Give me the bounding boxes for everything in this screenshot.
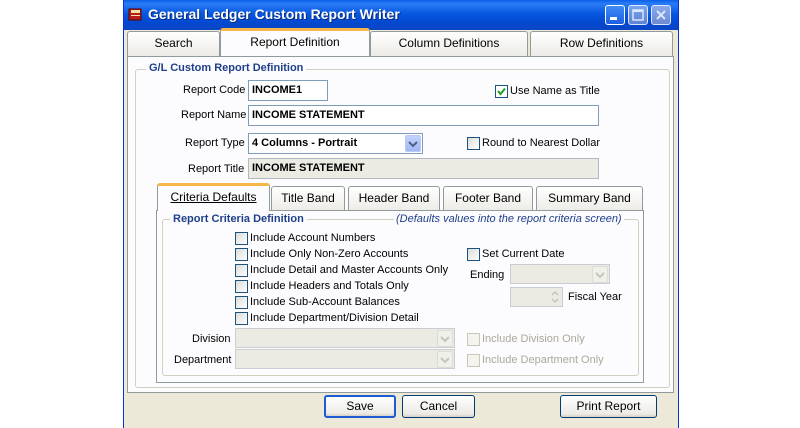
- tab-report-definition[interactable]: Report Definition: [220, 28, 370, 56]
- close-button[interactable]: [651, 5, 671, 25]
- subtab-criteria-defaults-label: Criteria Defaults: [170, 190, 257, 204]
- division-select: [235, 328, 455, 348]
- report-name-field[interactable]: INCOME STATEMENT: [248, 105, 599, 126]
- ending-select: [510, 264, 610, 284]
- subtab-footer-band[interactable]: Footer Band: [443, 186, 533, 211]
- use-name-as-title-label: Use Name as Title: [510, 85, 600, 97]
- include-dept-division-label: Include Department/Division Detail: [250, 312, 419, 324]
- department-label: Department: [174, 354, 232, 366]
- include-detail-master-checkbox[interactable]: [235, 264, 248, 277]
- round-to-dollar-label: Round to Nearest Dollar: [482, 137, 601, 149]
- include-dept-division-checkbox[interactable]: [235, 312, 248, 325]
- include-account-numbers-checkbox[interactable]: [235, 232, 248, 245]
- dropdown-arrow-icon[interactable]: [405, 135, 421, 152]
- include-nonzero-accounts-checkbox[interactable]: [235, 248, 248, 261]
- print-report-button[interactable]: Print Report: [560, 395, 657, 418]
- report-code-label: Report Code: [183, 84, 246, 96]
- include-detail-master-label: Include Detail and Master Accounts Only: [250, 264, 449, 276]
- maximize-button[interactable]: [628, 5, 648, 25]
- include-nonzero-accounts-label: Include Only Non-Zero Accounts: [250, 248, 409, 260]
- tab-row-definitions[interactable]: Row Definitions: [530, 31, 673, 56]
- round-to-dollar-checkbox[interactable]: [467, 137, 480, 150]
- report-title-field: INCOME STATEMENT: [248, 158, 599, 179]
- report-type-value: 4 Columns - Portrait: [252, 137, 358, 149]
- department-select: [235, 349, 455, 369]
- save-label: Save: [346, 399, 374, 413]
- title-bar[interactable]: General Ledger Custom Report Writer: [124, 0, 678, 30]
- cancel-button[interactable]: Cancel: [402, 395, 475, 418]
- close-icon: [656, 10, 666, 20]
- include-subaccount-balances-label: Include Sub-Account Balances: [250, 296, 400, 308]
- include-headers-totals-label: Include Headers and Totals Only: [250, 280, 409, 292]
- use-name-as-title-checkbox[interactable]: [495, 85, 508, 98]
- app-window: General Ledger Custom Report Writer Sear…: [123, 0, 679, 428]
- subtab-header-band[interactable]: Header Band: [348, 186, 440, 211]
- window-title: General Ledger Custom Report Writer: [148, 6, 400, 22]
- include-department-only-checkbox: [467, 354, 480, 367]
- cancel-label: Cancel: [419, 399, 458, 413]
- report-title-label: Report Title: [188, 163, 245, 175]
- set-current-date-label: Set Current Date: [482, 248, 565, 260]
- include-account-numbers-label: Include Account Numbers: [250, 232, 376, 244]
- fiscal-year-spinner: [510, 287, 563, 307]
- subtab-criteria-defaults[interactable]: Criteria Defaults: [157, 183, 270, 211]
- division-label: Division: [192, 333, 231, 345]
- ending-label: Ending: [470, 269, 505, 281]
- save-button[interactable]: Save: [324, 395, 396, 418]
- group-title: G/L Custom Report Definition: [146, 62, 307, 74]
- tab-column-definitions[interactable]: Column Definitions: [370, 31, 528, 56]
- fiscal-year-label: Fiscal Year: [568, 291, 622, 303]
- include-headers-totals-checkbox[interactable]: [235, 280, 248, 293]
- maximize-icon: [632, 9, 644, 21]
- include-division-only-label: Include Division Only: [482, 333, 585, 345]
- set-current-date-checkbox[interactable]: [467, 248, 480, 261]
- report-code-field[interactable]: INCOME1: [248, 80, 328, 101]
- include-division-only-checkbox: [467, 333, 480, 346]
- criteria-hint: (Defaults values into the report criteri…: [394, 213, 624, 225]
- checkmark-icon: [497, 87, 506, 96]
- dropdown-arrow-icon: [437, 330, 453, 347]
- include-subaccount-balances-checkbox[interactable]: [235, 296, 248, 309]
- minimize-icon: [610, 17, 617, 20]
- include-department-only-label: Include Department Only: [482, 354, 604, 366]
- report-type-select[interactable]: 4 Columns - Portrait: [248, 133, 423, 154]
- criteria-group-title: Report Criteria Definition: [170, 213, 307, 225]
- dropdown-arrow-icon: [592, 266, 608, 283]
- print-report-label: Print Report: [576, 399, 641, 413]
- report-name-label: Report Name: [181, 109, 247, 121]
- ledger-book-icon: [128, 8, 142, 21]
- minimize-button[interactable]: [605, 5, 625, 25]
- spinner-arrows-icon: [551, 290, 559, 304]
- report-type-label: Report Type: [185, 137, 245, 149]
- subtab-summary-band[interactable]: Summary Band: [536, 186, 643, 211]
- subtab-title-band[interactable]: Title Band: [271, 186, 345, 211]
- tab-search[interactable]: Search: [127, 31, 220, 56]
- dropdown-arrow-icon: [437, 351, 453, 368]
